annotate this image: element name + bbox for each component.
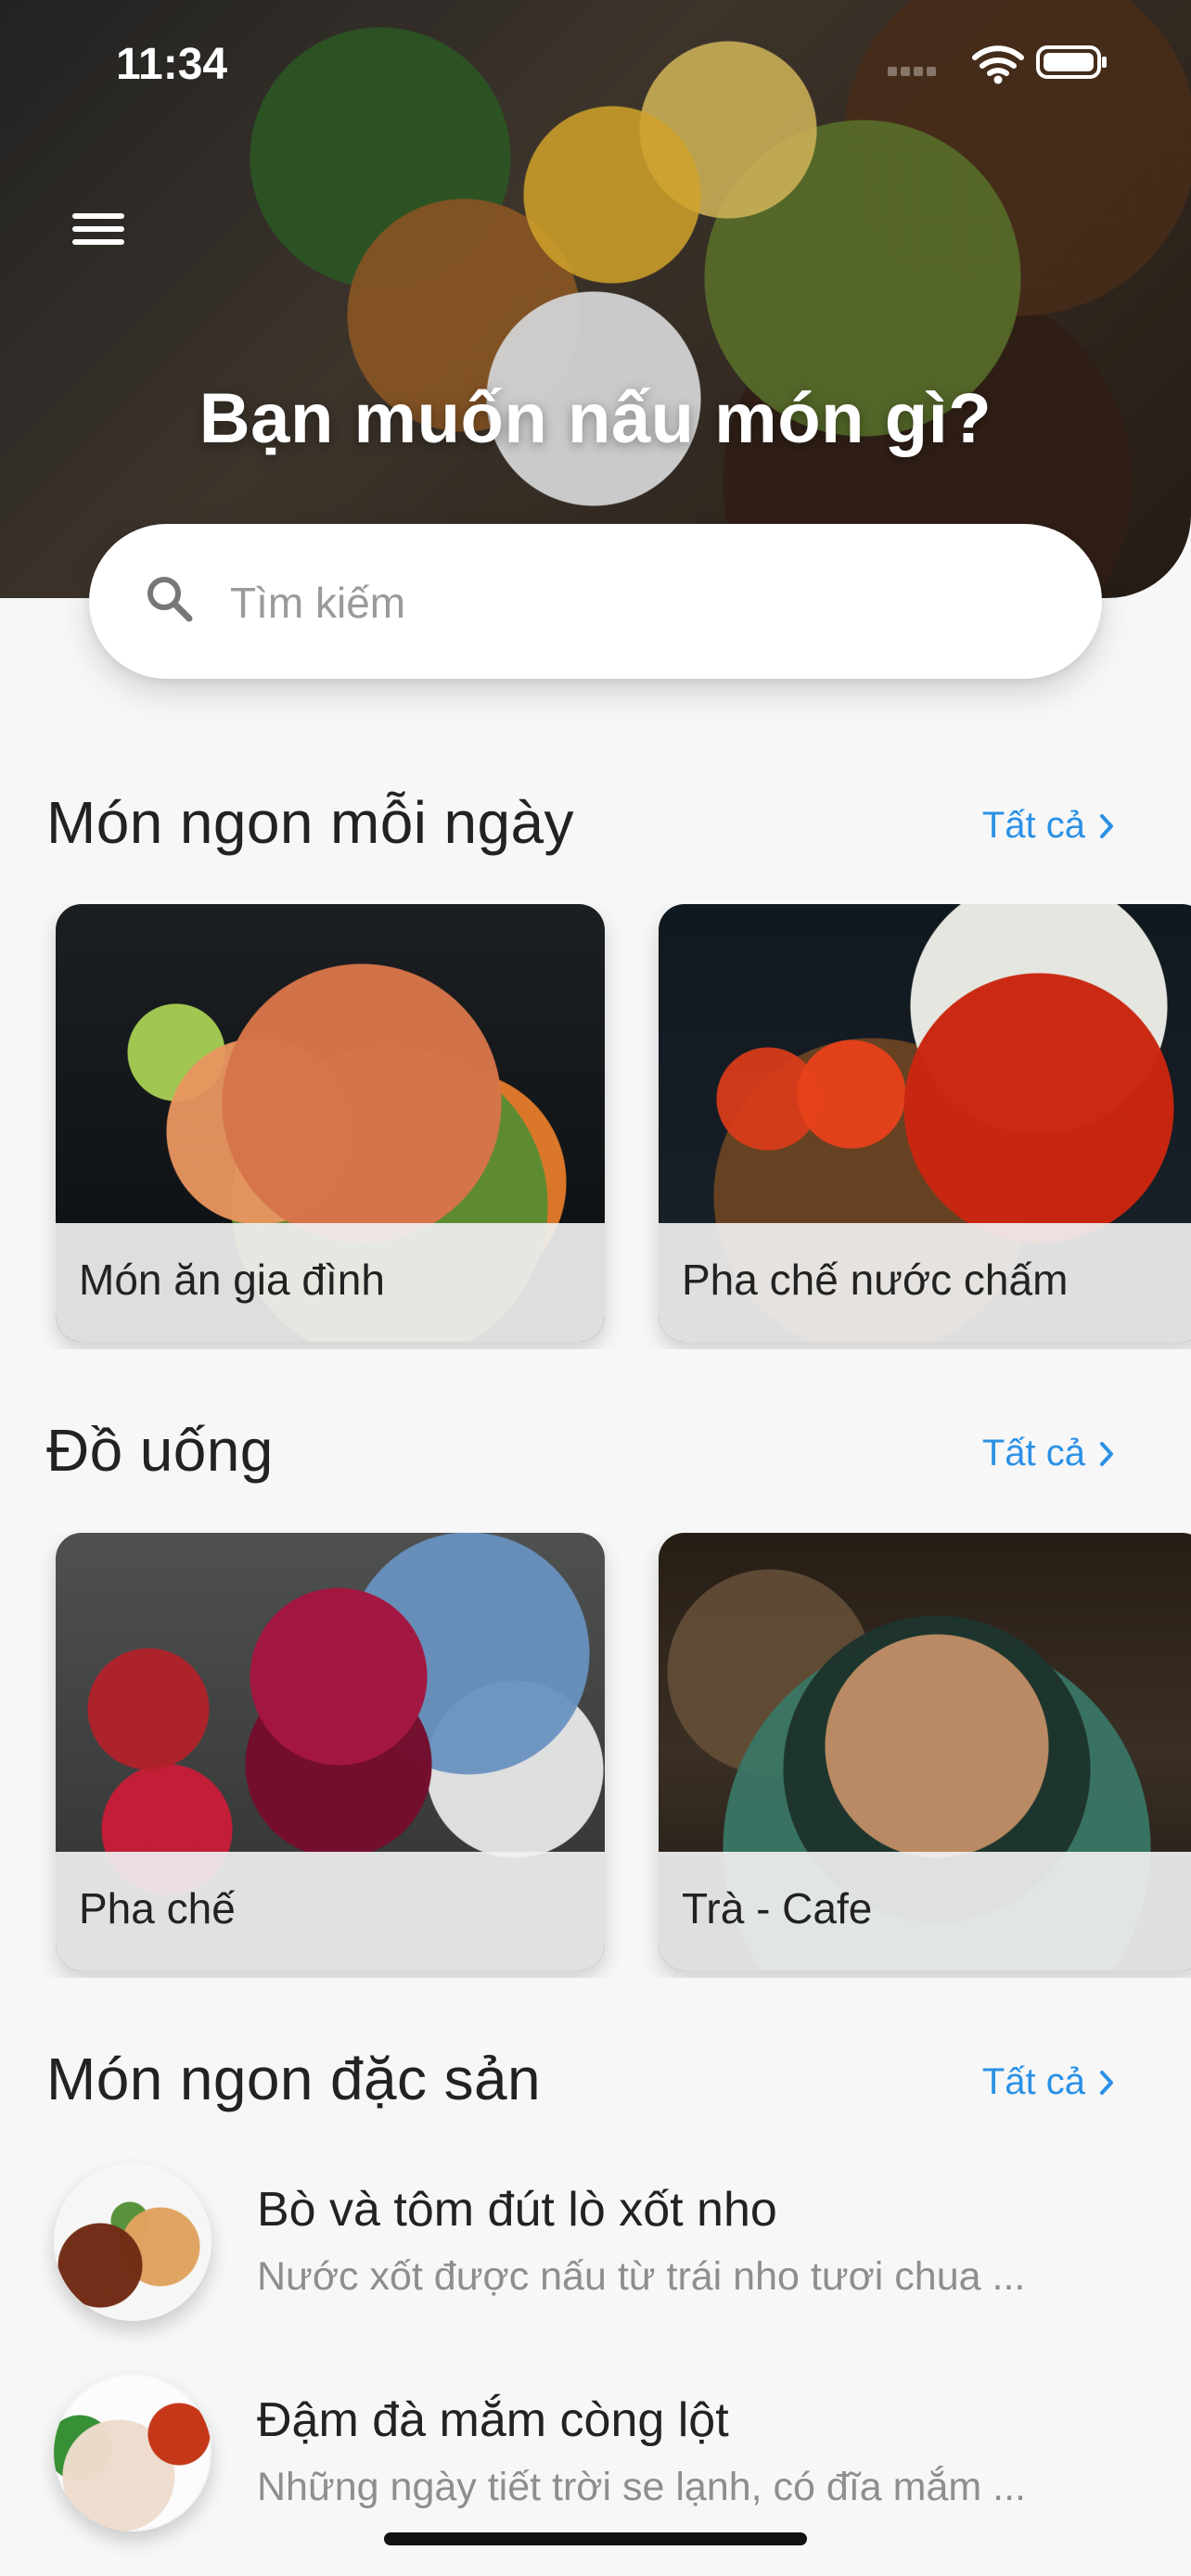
- category-card-label-area: Pha chế: [56, 1852, 605, 1970]
- category-card-family-meals[interactable]: Món ăn gia đình: [56, 904, 605, 1342]
- section-title-specialties: Món ngon đặc sản: [46, 2046, 541, 2112]
- category-card-mixing[interactable]: Pha chế: [56, 1533, 605, 1970]
- chevron-right-icon: [1100, 2070, 1113, 2095]
- specialty-list-item[interactable]: Đậm đà mắm còng lột Những ngày tiết trời…: [54, 2374, 1148, 2541]
- search-bar[interactable]: [89, 524, 1102, 679]
- section-title-daily: Món ngon mỗi ngày: [46, 789, 574, 856]
- see-all-daily-label: Tất cả: [981, 805, 1085, 846]
- menu-icon[interactable]: [72, 213, 126, 247]
- category-card-label-area: Món ăn gia đình: [56, 1223, 605, 1342]
- search-input[interactable]: [228, 572, 1011, 633]
- specialty-description: Những ngày tiết trời se lạnh, có đĩa mắm…: [257, 2465, 1026, 2509]
- specialty-title: Bò và tôm đút lò xốt nho: [257, 2183, 777, 2237]
- category-card-label: Món ăn gia đình: [79, 1256, 385, 1304]
- category-card-label-area: Trà - Cafe: [659, 1852, 1191, 1970]
- daily-category-carousel[interactable]: Món ăn gia đình Pha chế nước chấm: [0, 904, 1191, 1349]
- specialty-thumbnail: [54, 2163, 211, 2321]
- specialty-description: Nước xốt được nấu từ trái nho tươi chua …: [257, 2254, 1026, 2299]
- see-all-specialties-link[interactable]: Tất cả: [982, 2061, 1117, 2103]
- category-card-label: Trà - Cafe: [682, 1884, 873, 1932]
- status-icons: [880, 41, 1121, 87]
- category-card-tea-coffee[interactable]: Trà - Cafe: [659, 1533, 1191, 1970]
- see-all-drinks-link[interactable]: Tất cả: [982, 1433, 1117, 1474]
- category-card-label: Pha chế: [79, 1884, 236, 1932]
- category-card-label: Pha chế nước chấm: [682, 1256, 1069, 1304]
- specialty-list-item[interactable]: Bò và tôm đút lò xốt nho Nước xốt được n…: [54, 2163, 1148, 2330]
- see-all-specialties-label: Tất cả: [981, 2061, 1085, 2102]
- search-icon: [147, 577, 193, 622]
- section-title-drinks: Đồ uống: [46, 1417, 274, 1484]
- wifi-icon: [972, 45, 1024, 84]
- home-indicator: [384, 2532, 807, 2545]
- specialty-title: Đậm đà mắm còng lột: [257, 2393, 729, 2447]
- category-card-dipping-sauces[interactable]: Pha chế nước chấm: [659, 904, 1191, 1342]
- page-title: Bạn muốn nấu món gì?: [198, 379, 992, 458]
- chevron-right-icon: [1100, 1441, 1113, 1466]
- chevron-right-icon: [1100, 813, 1113, 838]
- battery-icon: [1036, 45, 1107, 79]
- see-all-drinks-label: Tất cả: [981, 1433, 1085, 1473]
- drinks-category-carousel[interactable]: Pha chế Trà - Cafe: [0, 1533, 1191, 1978]
- header-banner: 11:34 Bạn muốn nấu món gì?: [0, 0, 1191, 598]
- status-time: 11:34: [116, 40, 228, 89]
- specialty-thumbnail: [54, 2374, 211, 2531]
- see-all-daily-link[interactable]: Tất cả: [982, 805, 1117, 847]
- category-card-label-area: Pha chế nước chấm: [659, 1223, 1191, 1342]
- cellular-signal-icon: [888, 64, 949, 76]
